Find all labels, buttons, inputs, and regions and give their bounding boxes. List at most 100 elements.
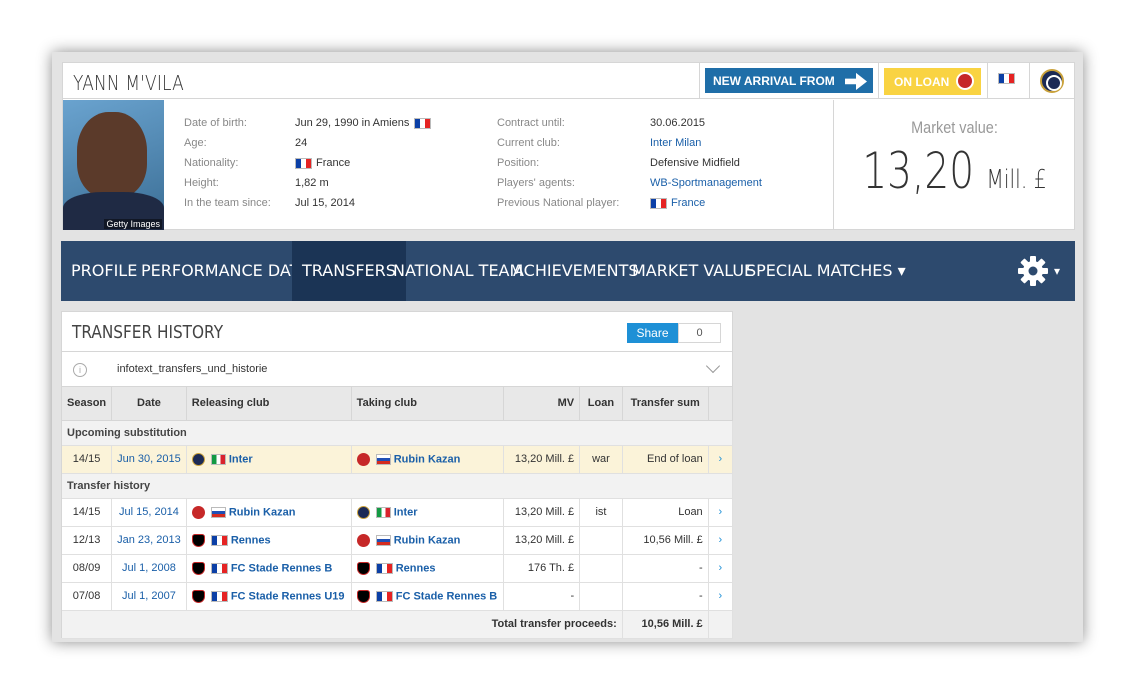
loan-cell (579, 554, 623, 583)
info-text: infotext_transfers_und_historie (117, 363, 268, 375)
date-cell[interactable]: Jul 1, 2008 (111, 554, 187, 583)
chevron-right-icon[interactable]: › (708, 582, 734, 611)
col-releasing-club[interactable]: Releasing club (186, 387, 352, 421)
inter-crest-icon (356, 505, 370, 519)
table-row[interactable]: 07/08 Jul 1, 2007 FC Stade Rennes U19 FC… (62, 582, 734, 611)
settings-chevron-down-icon[interactable]: ▾ (1054, 241, 1060, 301)
mv-cell: 13,20 Mill. £ (503, 526, 581, 555)
loan-cell: war (579, 445, 623, 474)
on-loan-label: ON LOAN (894, 75, 950, 89)
italy-flag-icon (375, 506, 391, 518)
col-transfer-sum[interactable]: Transfer sum (622, 387, 709, 421)
position-value: Defensive Midfield (650, 157, 740, 169)
group-label: Upcoming substitution (62, 420, 733, 446)
date-cell[interactable]: Jun 30, 2015 (111, 445, 187, 474)
col-arrow (708, 387, 734, 421)
nav-transfers[interactable]: TRANSFERS (292, 241, 406, 301)
club-link[interactable]: Rubin Kazan (394, 453, 461, 465)
col-date[interactable]: Date (111, 387, 187, 421)
chevron-down-icon: ▾ (897, 261, 906, 280)
nav-market-value[interactable]: MARKET VALUE (632, 241, 754, 301)
taking-club-cell: Rennes (351, 554, 504, 583)
nav-profile[interactable]: PROFILE (71, 241, 137, 301)
mv-cell: 176 Th. £ (503, 554, 581, 583)
rubin-kazan-crest-icon (356, 533, 370, 547)
inter-crest-icon (191, 452, 205, 466)
releasing-club-cell: Inter (186, 445, 352, 474)
height-value: 1,82 m (295, 177, 329, 189)
france-flag-icon (650, 197, 667, 209)
table-row[interactable]: 08/09 Jul 1, 2008 FC Stade Rennes B Renn… (62, 554, 734, 583)
on-loan-badge[interactable]: ON LOAN (884, 68, 981, 95)
col-loan[interactable]: Loan (579, 387, 623, 421)
transfer-arrow-icon (845, 72, 867, 90)
club-link[interactable]: FC Stade Rennes B (231, 562, 332, 574)
group-row-upcoming: Upcoming substitution (62, 420, 733, 446)
national-player-link[interactable]: France (650, 197, 705, 209)
transfer-history-panel: TRANSFER HISTORY Share 0 i infotext_tran… (61, 311, 734, 639)
club-link[interactable]: Rennes (231, 534, 271, 546)
age-label: Age: (184, 137, 207, 149)
gear-icon[interactable] (1017, 255, 1049, 287)
agents-label: Players' agents: (497, 177, 575, 189)
new-arrival-badge[interactable]: NEW ARRIVAL FROM (705, 68, 873, 93)
col-taking-club[interactable]: Taking club (351, 387, 504, 421)
date-cell[interactable]: Jul 15, 2014 (111, 498, 187, 527)
season-cell: 14/15 (62, 445, 113, 474)
chevron-right-icon[interactable]: › (708, 445, 734, 474)
total-value: 10,56 Mill. £ (622, 610, 709, 639)
agents-link[interactable]: WB-Sportmanagement (650, 177, 762, 189)
current-club-link[interactable]: Inter Milan (650, 137, 701, 149)
club-link[interactable]: Inter (229, 453, 253, 465)
italy-flag-icon (210, 453, 226, 465)
contract-value: 30.06.2015 (650, 117, 706, 129)
club-link[interactable]: FC Stade Rennes U19 (231, 590, 345, 602)
share-button[interactable]: Share (627, 323, 678, 343)
chevron-right-icon[interactable]: › (708, 554, 734, 583)
player-header: YANN M'VILA NEW ARRIVAL FROM ON LOAN Get… (62, 62, 1075, 230)
date-cell[interactable]: Jan 23, 2013 (111, 526, 187, 555)
chevron-right-icon[interactable]: › (708, 526, 734, 555)
nav-achievements[interactable]: ACHIEVEMENTS (513, 241, 639, 301)
player-name: YANN M'VILA (73, 71, 184, 95)
russia-flag-icon (375, 534, 391, 546)
panel-title: TRANSFER HISTORY (72, 322, 224, 343)
france-flag-icon (375, 562, 393, 574)
club-link[interactable]: Rubin Kazan (394, 534, 461, 546)
current-club-label: Current club: (497, 137, 560, 149)
position-label: Position: (497, 157, 540, 169)
col-season[interactable]: Season (62, 387, 113, 421)
club-link[interactable]: Rennes (396, 562, 436, 574)
col-mv[interactable]: MV (503, 387, 581, 421)
inter-milan-logo-icon[interactable] (1040, 69, 1064, 93)
info-bar[interactable]: i infotext_transfers_und_historie (62, 351, 732, 387)
group-row-history: Transfer history (62, 473, 733, 499)
contract-label: Contract until: (497, 117, 565, 129)
loan-cell: ist (579, 498, 623, 527)
title-bar: YANN M'VILA NEW ARRIVAL FROM ON LOAN (63, 63, 1074, 99)
total-spacer (708, 610, 734, 639)
table-row[interactable]: 12/13 Jan 23, 2013 Rennes Rubin Kazan 13… (62, 526, 734, 555)
releasing-club-cell: FC Stade Rennes B (186, 554, 352, 583)
group-label: Transfer history (62, 473, 733, 499)
profile-card: YANN M'VILA NEW ARRIVAL FROM ON LOAN Get… (52, 52, 1083, 642)
chevron-right-icon[interactable]: › (708, 498, 734, 527)
club-link[interactable]: Inter (394, 506, 418, 518)
dob-label: Date of birth: (184, 117, 247, 129)
table-row[interactable]: 14/15 Jun 30, 2015 Inter Rubin Kazan 13,… (62, 445, 734, 474)
nationality-value: France (295, 157, 350, 169)
table-row[interactable]: 14/15 Jul 15, 2014 Rubin Kazan Inter 13,… (62, 498, 734, 527)
club-link[interactable]: FC Stade Rennes B (396, 590, 497, 602)
divider (987, 63, 988, 99)
club-link[interactable]: Rubin Kazan (229, 506, 296, 518)
nav-national-team[interactable]: NATIONAL TEAM (393, 241, 523, 301)
rennes-crest-icon (356, 561, 370, 575)
season-cell: 08/09 (62, 554, 113, 583)
nav-special-matches[interactable]: SPECIAL MATCHES ▾ (746, 241, 906, 301)
dob-value: Jun 29, 1990 in Amiens (295, 117, 432, 129)
france-flag-icon[interactable] (998, 73, 1015, 84)
market-value-box[interactable]: Market value: 13,20 Mill. £ (833, 100, 1075, 230)
date-cell[interactable]: Jul 1, 2007 (111, 582, 187, 611)
season-cell: 12/13 (62, 526, 113, 555)
season-cell: 07/08 (62, 582, 113, 611)
